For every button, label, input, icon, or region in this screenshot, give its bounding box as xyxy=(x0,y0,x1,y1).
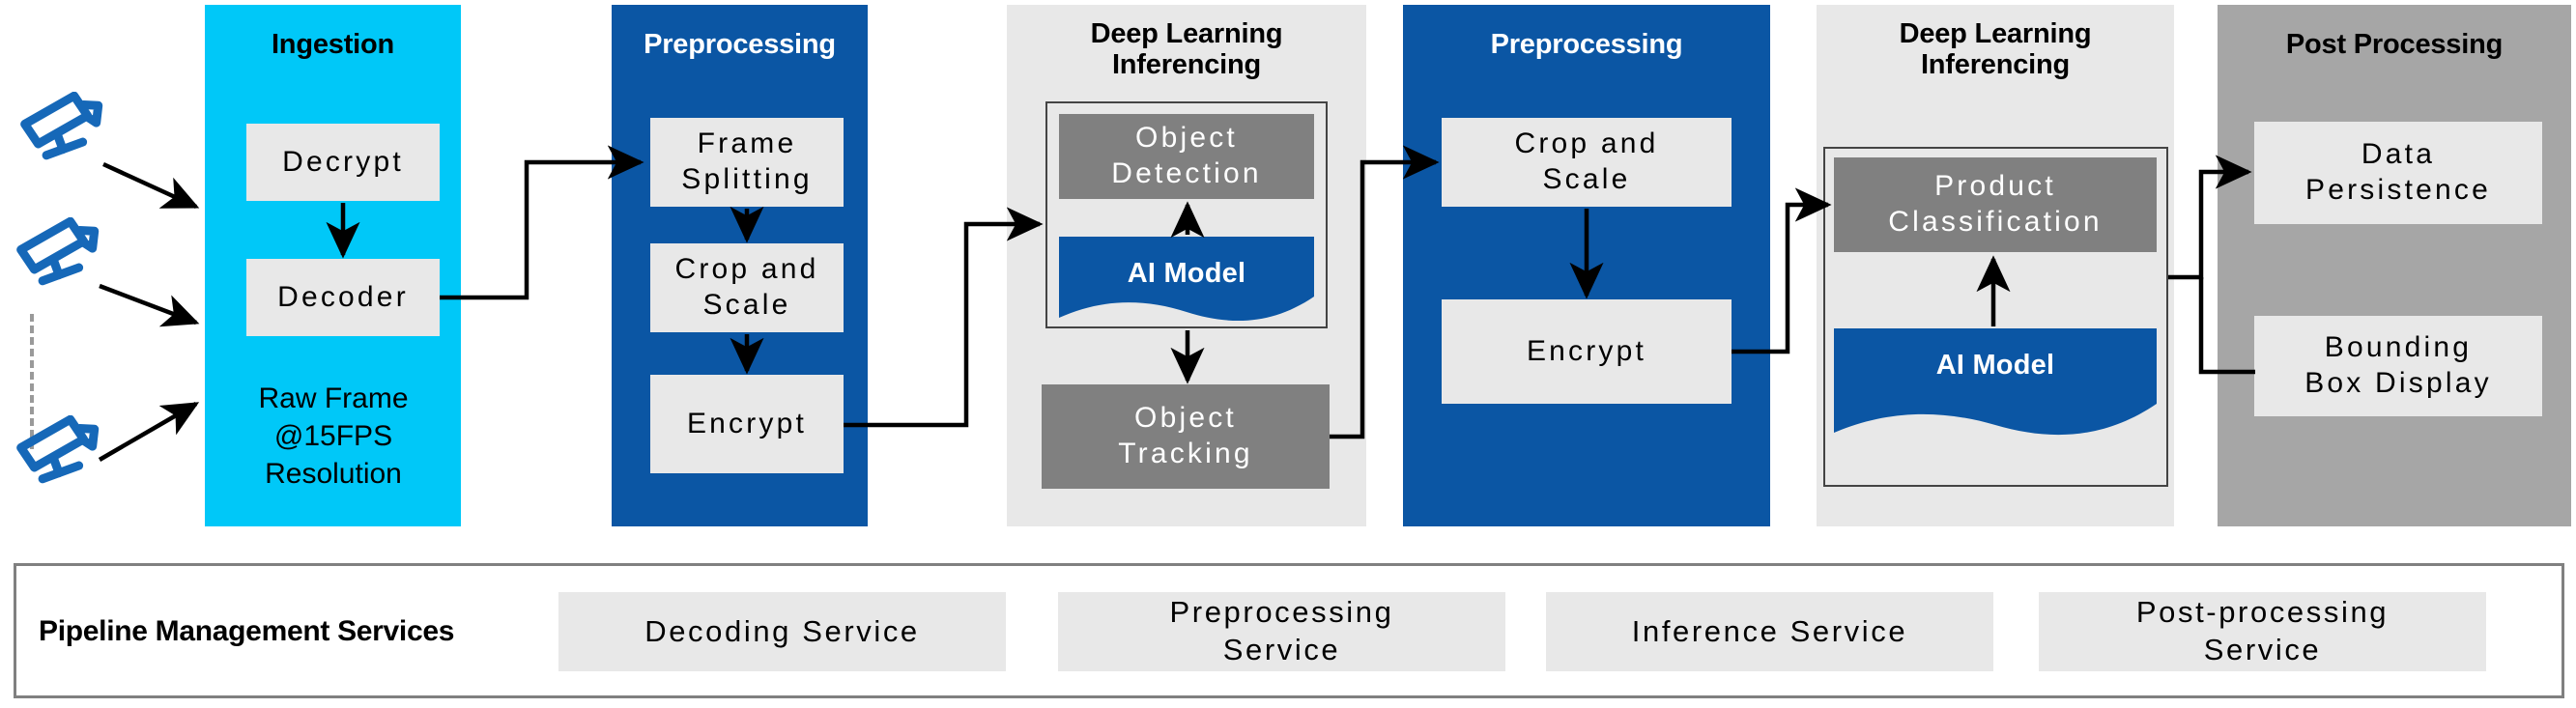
box-crop-and-scale-2-label-1: Crop and xyxy=(1514,127,1659,160)
box-frame-splitting-label-2: Splitting xyxy=(681,163,813,195)
connector-camera-3-to-ingestion xyxy=(98,402,200,462)
box-ai-model-1[interactable]: AI Model xyxy=(1059,237,1314,324)
box-crop-and-scale-2-label-2: Scale xyxy=(1542,163,1631,195)
box-ai-model-2[interactable]: AI Model xyxy=(1834,328,2157,442)
box-decrypt-label: Decrypt xyxy=(282,145,404,178)
box-object-tracking-label-2: Tracking xyxy=(1118,438,1253,469)
raw-frame-note: Raw Frame @15FPS Resolution xyxy=(212,380,455,493)
stage-title-ingestion: Ingestion xyxy=(271,29,395,60)
box-object-tracking-label-1: Object xyxy=(1134,402,1237,435)
service-preprocessing-service-label-2: Service xyxy=(1222,633,1341,666)
stage-title-dl-1-line-1: Deep Learning xyxy=(1090,18,1283,49)
box-encrypt-2-label: Encrypt xyxy=(1526,334,1647,367)
stage-title-preprocessing-1: Preprocessing xyxy=(644,29,836,60)
stage-title-dl-2: Deep Learning Inferencing xyxy=(1817,18,2174,81)
cctv-camera-icon xyxy=(14,217,106,293)
service-decoding-service-label: Decoding Service xyxy=(644,613,920,648)
box-decoder[interactable]: Decoder xyxy=(246,259,440,336)
stage-title-preprocessing-2: Preprocessing xyxy=(1490,29,1683,60)
service-post-processing-service[interactable]: Post-processing Service xyxy=(2039,592,2486,671)
box-decoder-label: Decoder xyxy=(277,280,409,313)
stage-post-processing: Post Processing xyxy=(2218,5,2571,526)
stage-preprocessing-2: Preprocessing xyxy=(1403,5,1770,526)
box-data-persistence-label-1: Data xyxy=(2361,138,2436,171)
box-crop-and-scale-2[interactable]: Crop and Scale xyxy=(1442,118,1732,207)
box-product-classification[interactable]: Product Classification xyxy=(1834,157,2157,252)
box-bounding-box-display[interactable]: Bounding Box Display xyxy=(2254,316,2542,416)
raw-frame-line-2: @15FPS xyxy=(273,420,393,452)
box-ai-model-1-label: AI Model xyxy=(1127,258,1246,289)
box-object-tracking[interactable]: Object Tracking xyxy=(1042,384,1330,489)
box-crop-and-scale-1-label-2: Scale xyxy=(702,289,791,321)
box-crop-and-scale-1[interactable]: Crop and Scale xyxy=(650,243,844,332)
box-object-detection[interactable]: Object Detection xyxy=(1059,114,1314,199)
box-frame-splitting[interactable]: Frame Splitting xyxy=(650,118,844,207)
box-product-classification-label-1: Product xyxy=(1934,170,2056,203)
box-ai-model-2-label: AI Model xyxy=(1935,350,2055,381)
connector-decoder-to-frame-splitting xyxy=(440,145,644,300)
service-inference-service[interactable]: Inference Service xyxy=(1546,592,1993,671)
cctv-camera-icon xyxy=(17,92,110,167)
stage-title-dl-2-line-1: Deep Learning xyxy=(1899,18,2092,49)
service-preprocessing-service[interactable]: Preprocessing Service xyxy=(1058,592,1505,671)
box-bounding-box-display-label-2: Box Display xyxy=(2304,367,2492,399)
service-decoding-service[interactable]: Decoding Service xyxy=(558,592,1006,671)
cctv-camera-icon xyxy=(14,415,106,491)
box-data-persistence[interactable]: Data Persistence xyxy=(2254,122,2542,224)
service-inference-service-label: Inference Service xyxy=(1631,613,1908,648)
box-data-persistence-label-2: Persistence xyxy=(2305,174,2491,206)
stage-title-dl-1-line-2: Inferencing xyxy=(1111,49,1262,81)
box-object-detection-label-2: Detection xyxy=(1111,157,1262,189)
pipeline-diagram: Ingestion Decrypt Decoder Raw Frame @15F… xyxy=(0,0,2576,708)
box-object-detection-label-1: Object xyxy=(1135,122,1238,155)
box-frame-splitting-label-1: Frame xyxy=(697,127,797,160)
service-post-processing-service-label-1: Post-processing xyxy=(2135,595,2390,630)
box-encrypt-1[interactable]: Encrypt xyxy=(650,375,844,473)
stage-title-post-processing: Post Processing xyxy=(2285,29,2504,60)
raw-frame-line-3: Resolution xyxy=(265,458,402,490)
box-product-classification-label-2: Classification xyxy=(1888,206,2103,238)
box-encrypt-1-label: Encrypt xyxy=(686,407,808,439)
service-post-processing-service-label-2: Service xyxy=(2203,633,2322,666)
box-crop-and-scale-1-label-1: Crop and xyxy=(674,253,819,286)
services-bar-title: Pipeline Management Services xyxy=(39,615,455,647)
service-preprocessing-service-label-1: Preprocessing xyxy=(1169,595,1394,630)
box-encrypt-2[interactable]: Encrypt xyxy=(1442,299,1732,404)
box-bounding-box-display-label-1: Bounding xyxy=(2324,331,2473,364)
connector-camera-2-to-ingestion xyxy=(99,283,200,327)
stage-title-dl-2-line-2: Inferencing xyxy=(1920,49,2071,81)
raw-frame-line-1: Raw Frame xyxy=(258,382,409,414)
connector-camera-1-to-ingestion xyxy=(102,161,200,210)
box-decrypt[interactable]: Decrypt xyxy=(246,124,440,201)
stage-title-dl-1: Deep Learning Inferencing xyxy=(1007,18,1366,81)
